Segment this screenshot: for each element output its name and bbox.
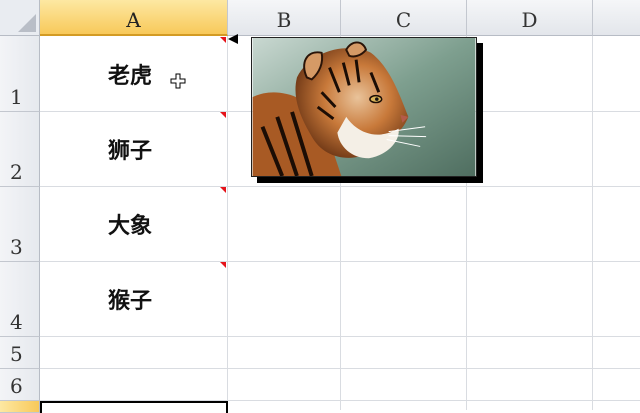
- select-all-triangle-icon: [18, 14, 36, 32]
- row-header-5[interactable]: 5: [0, 337, 40, 369]
- cell-a1-text: 老虎: [108, 62, 153, 89]
- select-all-corner[interactable]: [0, 0, 40, 36]
- comment-indicator-icon[interactable]: [220, 37, 226, 43]
- cell-a2-text: 狮子: [108, 138, 153, 164]
- grid-line: [40, 368, 640, 369]
- grid-line: [592, 36, 593, 410]
- column-header-e[interactable]: [593, 0, 640, 36]
- cell-a4-text: 猴子: [108, 288, 153, 314]
- comment-indicator-icon[interactable]: [220, 187, 226, 193]
- column-header-b[interactable]: B: [228, 0, 341, 36]
- tiger-picture[interactable]: [251, 37, 477, 177]
- cell-select-cursor-icon: [170, 73, 186, 89]
- cell-a1[interactable]: 老虎: [40, 36, 227, 111]
- comment-indicator-icon[interactable]: [220, 112, 226, 118]
- comment-indicator-icon[interactable]: [220, 262, 226, 268]
- cell-a4[interactable]: 猴子: [40, 262, 227, 336]
- cell-a3-text: 大象: [108, 213, 153, 239]
- cell-a3[interactable]: 大象: [40, 187, 227, 261]
- row-header-1[interactable]: 1: [0, 36, 40, 112]
- spreadsheet-grid[interactable]: A B C D 1 2 3 4 5 6 老虎 狮子 大象 猴子: [0, 0, 640, 413]
- grid-line: [40, 336, 640, 337]
- row-header-2[interactable]: 2: [0, 112, 40, 187]
- column-header-a[interactable]: A: [40, 0, 228, 36]
- column-header-d[interactable]: D: [467, 0, 593, 36]
- row-header-4[interactable]: 4: [0, 262, 40, 337]
- cell-a2[interactable]: 狮子: [40, 112, 227, 186]
- comment-pointer-arrow-icon: [228, 34, 238, 44]
- row-header-3[interactable]: 3: [0, 187, 40, 262]
- active-cell-border: [40, 401, 228, 413]
- row-header-7[interactable]: [0, 401, 40, 413]
- column-header-c[interactable]: C: [341, 0, 467, 36]
- grid-line: [227, 36, 228, 410]
- row-header-6[interactable]: 6: [0, 369, 40, 401]
